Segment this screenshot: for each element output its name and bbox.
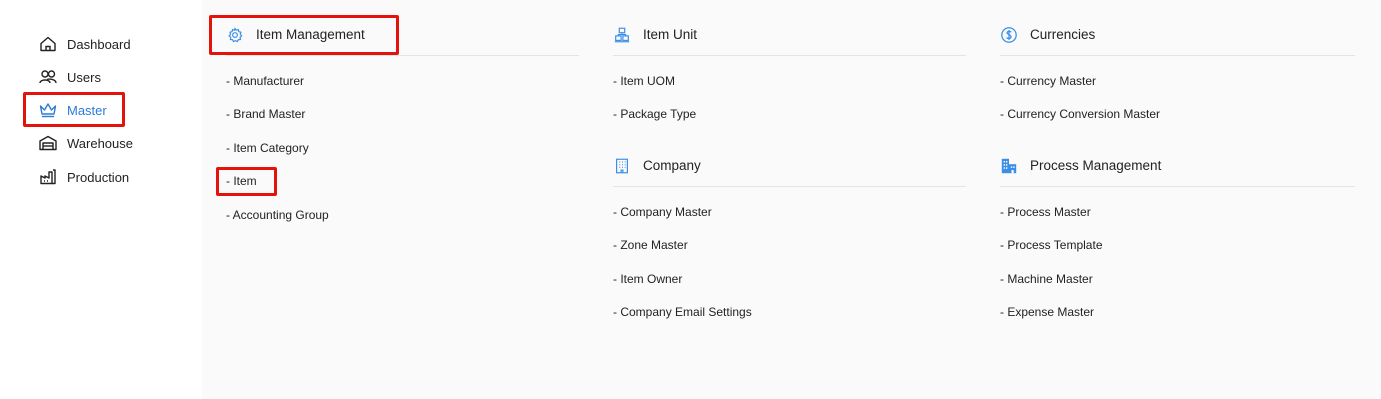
section-currencies: Currencies - Currency Master - Currency … [1000,14,1355,131]
link-item-category[interactable]: - Item Category [226,131,579,165]
section-header[interactable]: Item Unit [613,14,966,56]
section-header[interactable]: Process Management [1000,145,1355,187]
highlight-box [23,92,125,127]
link-company-master[interactable]: - Company Master [613,195,966,229]
sidebar-item-production[interactable]: Production [38,165,129,189]
dollar-circle-icon [1000,26,1018,44]
section-title: Process Management [1030,158,1162,173]
link-expense-master[interactable]: - Expense Master [1000,296,1355,330]
section-process-management: Process Management - Process Master - Pr… [1000,145,1355,329]
sidebar-item-label: Warehouse [67,135,133,151]
section-company: Company - Company Master - Zone Master -… [613,145,966,329]
link-currency-master[interactable]: - Currency Master [1000,64,1355,98]
home-icon [38,34,58,54]
link-item-uom[interactable]: - Item UOM [613,64,966,98]
section-header[interactable]: Company [613,145,966,187]
sidebar-item-dashboard[interactable]: Dashboard [38,32,131,56]
sidebar-item-users[interactable]: Users [38,65,101,89]
section-links: - Process Master - Process Template - Ma… [1000,195,1355,329]
link-item-owner[interactable]: - Item Owner [613,262,966,296]
sidebar-item-label: Users [67,69,101,85]
section-item-unit: Item Unit - Item UOM - Package Type [613,14,966,131]
link-machine-master[interactable]: - Machine Master [1000,262,1355,296]
link-accounting-group[interactable]: - Accounting Group [226,198,579,232]
section-title: Item Unit [643,27,698,42]
link-package-type[interactable]: - Package Type [613,98,966,132]
building-icon [613,157,631,175]
section-links: - Item UOM - Package Type [613,64,966,131]
sidebar-item-label: Production [67,169,130,185]
link-process-template[interactable]: - Process Template [1000,229,1355,263]
boxes-icon [613,26,631,44]
link-process-master[interactable]: - Process Master [1000,195,1355,229]
users-icon [38,67,58,87]
section-links: - Company Master - Zone Master - Item Ow… [613,195,966,329]
link-zone-master[interactable]: - Zone Master [613,229,966,263]
section-title: Company [643,158,701,173]
link-manufacturer[interactable]: - Manufacturer [226,64,579,98]
master-menu-panel: Item Management - Manufacturer - Brand M… [202,0,1381,399]
section-links: - Manufacturer - Brand Master - Item Cat… [226,64,579,232]
link-item[interactable]: - Item [226,165,579,199]
link-brand-master[interactable]: - Brand Master [226,98,579,132]
highlight-box [216,167,277,196]
sidebar: Dashboard Users Master Warehouse Product… [0,0,202,399]
section-links: - Currency Master - Currency Conversion … [1000,64,1355,131]
link-company-email-settings[interactable]: - Company Email Settings [613,296,966,330]
highlight-box [209,15,399,55]
sidebar-item-label: Dashboard [67,36,131,52]
sidebar-item-warehouse[interactable]: Warehouse [38,131,133,155]
link-currency-conversion-master[interactable]: - Currency Conversion Master [1000,98,1355,132]
city-buildings-icon [1000,157,1018,175]
warehouse-icon [38,133,58,153]
section-title: Currencies [1030,27,1096,42]
factory-icon [38,167,58,187]
section-header[interactable]: Currencies [1000,14,1355,56]
